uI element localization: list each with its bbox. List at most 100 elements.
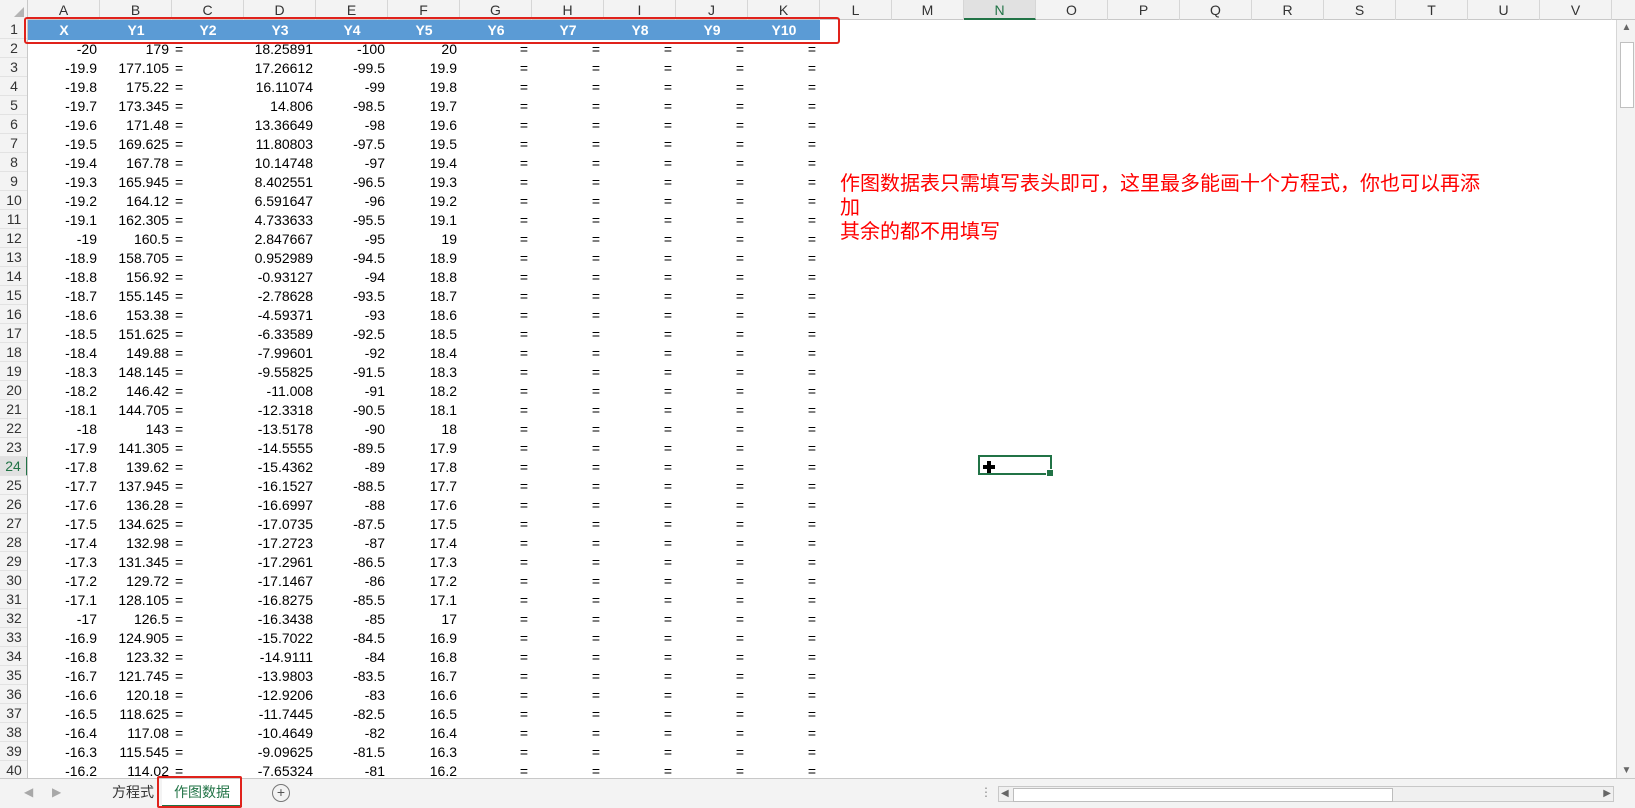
- cell-k12[interactable]: =: [748, 230, 820, 249]
- cell-k30[interactable]: =: [748, 572, 820, 591]
- cell-a17[interactable]: -18.5: [28, 325, 100, 344]
- cell-f27[interactable]: 17.5: [388, 515, 460, 534]
- cell-b26[interactable]: 136.28: [100, 496, 172, 515]
- cell-b24[interactable]: 139.62: [100, 458, 172, 477]
- cell-i12[interactable]: =: [604, 230, 676, 249]
- cell-e32[interactable]: -85: [316, 610, 388, 629]
- row-header-14[interactable]: 14: [0, 267, 27, 286]
- cell-a14[interactable]: -18.8: [28, 268, 100, 287]
- cell-a28[interactable]: -17.4: [28, 534, 100, 553]
- cell-j12[interactable]: =: [676, 230, 748, 249]
- cell-j33[interactable]: =: [676, 629, 748, 648]
- cell-b20[interactable]: 146.42: [100, 382, 172, 401]
- row-header-36[interactable]: 36: [0, 685, 27, 704]
- cell-f14[interactable]: 18.8: [388, 268, 460, 287]
- cell-a34[interactable]: -16.8: [28, 648, 100, 667]
- cell-f16[interactable]: 18.6: [388, 306, 460, 325]
- cell-k3[interactable]: =: [748, 59, 820, 78]
- row-header-10[interactable]: 10: [0, 191, 27, 210]
- cell-f33[interactable]: 16.9: [388, 629, 460, 648]
- cell-h20[interactable]: =: [532, 382, 604, 401]
- scroll-down-icon[interactable]: ▼: [1617, 765, 1635, 776]
- column-header-p[interactable]: P: [1108, 0, 1180, 20]
- cell-e10[interactable]: -96: [316, 192, 388, 211]
- cell-k6[interactable]: =: [748, 116, 820, 135]
- cell-d27[interactable]: -17.0735: [244, 515, 316, 534]
- cell-c24[interactable]: =: [172, 458, 244, 477]
- cell-c36[interactable]: =: [172, 686, 244, 705]
- cell-a10[interactable]: -19.2: [28, 192, 100, 211]
- cell-f30[interactable]: 17.2: [388, 572, 460, 591]
- cell-g19[interactable]: =: [460, 363, 532, 382]
- cell-c20[interactable]: =: [172, 382, 244, 401]
- cell-d26[interactable]: -16.6997: [244, 496, 316, 515]
- cell-h28[interactable]: =: [532, 534, 604, 553]
- cell-b3[interactable]: 177.105: [100, 59, 172, 78]
- cell-k29[interactable]: =: [748, 553, 820, 572]
- cell-k22[interactable]: =: [748, 420, 820, 439]
- cell-i15[interactable]: =: [604, 287, 676, 306]
- cell-e38[interactable]: -82: [316, 724, 388, 743]
- cell-j25[interactable]: =: [676, 477, 748, 496]
- cell-k7[interactable]: =: [748, 135, 820, 154]
- cell-c32[interactable]: =: [172, 610, 244, 629]
- cell-b10[interactable]: 164.12: [100, 192, 172, 211]
- cell-f21[interactable]: 18.1: [388, 401, 460, 420]
- cell-f26[interactable]: 17.6: [388, 496, 460, 515]
- column-header-r[interactable]: R: [1252, 0, 1324, 20]
- cell-e11[interactable]: -95.5: [316, 211, 388, 230]
- cell-c25[interactable]: =: [172, 477, 244, 496]
- cell-j11[interactable]: =: [676, 211, 748, 230]
- cell-h12[interactable]: =: [532, 230, 604, 249]
- cell-a3[interactable]: -19.9: [28, 59, 100, 78]
- cell-c6[interactable]: =: [172, 116, 244, 135]
- cell-b32[interactable]: 126.5: [100, 610, 172, 629]
- cell-k19[interactable]: =: [748, 363, 820, 382]
- cell-f34[interactable]: 16.8: [388, 648, 460, 667]
- cell-c31[interactable]: =: [172, 591, 244, 610]
- vertical-scrollbar[interactable]: ▲ ▼: [1616, 20, 1635, 778]
- cell-j34[interactable]: =: [676, 648, 748, 667]
- cell-a40[interactable]: -16.2: [28, 762, 100, 778]
- cell-i16[interactable]: =: [604, 306, 676, 325]
- cell-b5[interactable]: 173.345: [100, 97, 172, 116]
- cell-c7[interactable]: =: [172, 135, 244, 154]
- scroll-right-icon[interactable]: ▶: [1603, 788, 1611, 799]
- cell-a27[interactable]: -17.5: [28, 515, 100, 534]
- cell-h17[interactable]: =: [532, 325, 604, 344]
- cell-d13[interactable]: 0.952989: [244, 249, 316, 268]
- cell-g40[interactable]: =: [460, 762, 532, 778]
- cell-h7[interactable]: =: [532, 135, 604, 154]
- spreadsheet-grid[interactable]: X Y1 Y2 Y3 Y4 Y5 Y6 Y7 Y8 Y9 Y10 -20 179 = 18.25891 -10…: [28, 20, 1616, 778]
- cell-h33[interactable]: =: [532, 629, 604, 648]
- cell-j5[interactable]: =: [676, 97, 748, 116]
- cell-a21[interactable]: -18.1: [28, 401, 100, 420]
- cell-a30[interactable]: -17.2: [28, 572, 100, 591]
- cell-h22[interactable]: =: [532, 420, 604, 439]
- row-header-39[interactable]: 39: [0, 742, 27, 761]
- cell-e30[interactable]: -86: [316, 572, 388, 591]
- cell-d16[interactable]: -4.59371: [244, 306, 316, 325]
- cell-i35[interactable]: =: [604, 667, 676, 686]
- cell-d39[interactable]: -9.09625: [244, 743, 316, 762]
- cell-k24[interactable]: =: [748, 458, 820, 477]
- cell-j35[interactable]: =: [676, 667, 748, 686]
- cell-h39[interactable]: =: [532, 743, 604, 762]
- cell-f17[interactable]: 18.5: [388, 325, 460, 344]
- cell-d14[interactable]: -0.93127: [244, 268, 316, 287]
- cell-d8[interactable]: 10.14748: [244, 154, 316, 173]
- cell-e35[interactable]: -83.5: [316, 667, 388, 686]
- cell-h21[interactable]: =: [532, 401, 604, 420]
- cell-i23[interactable]: =: [604, 439, 676, 458]
- cell-g10[interactable]: =: [460, 192, 532, 211]
- row-header-16[interactable]: 16: [0, 305, 27, 324]
- cell-j7[interactable]: =: [676, 135, 748, 154]
- cell-g27[interactable]: =: [460, 515, 532, 534]
- cell-e23[interactable]: -89.5: [316, 439, 388, 458]
- cell-a5[interactable]: -19.7: [28, 97, 100, 116]
- cell-c10[interactable]: =: [172, 192, 244, 211]
- cell-e34[interactable]: -84: [316, 648, 388, 667]
- cell-a6[interactable]: -19.6: [28, 116, 100, 135]
- cell-h11[interactable]: =: [532, 211, 604, 230]
- cell-f32[interactable]: 17: [388, 610, 460, 629]
